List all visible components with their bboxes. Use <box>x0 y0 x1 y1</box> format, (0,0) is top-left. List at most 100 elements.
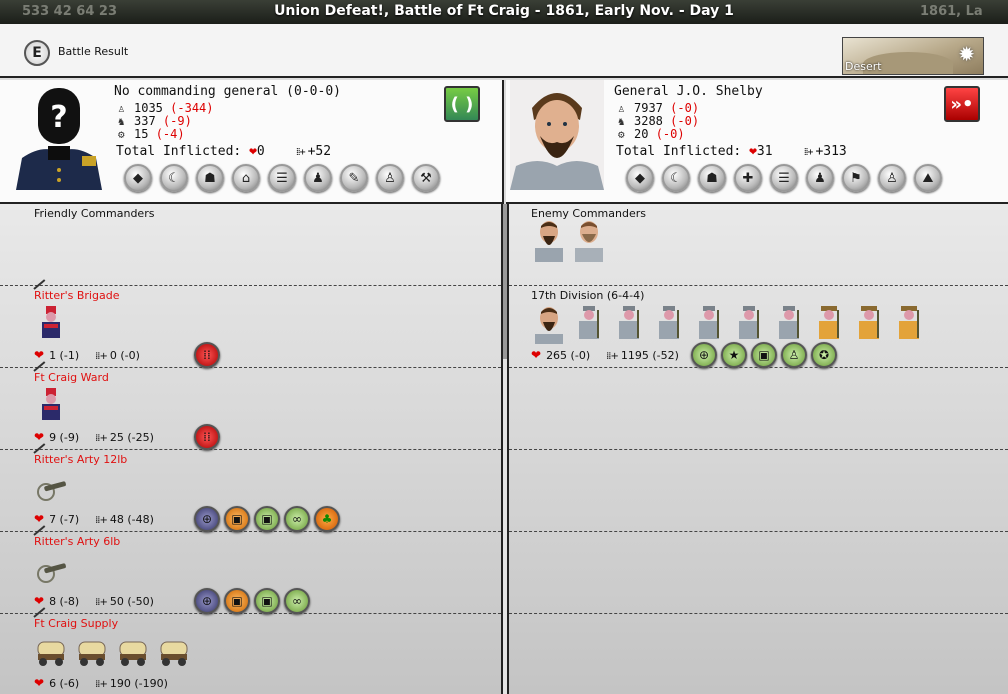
book-green-icon[interactable]: ▣ <box>254 588 280 614</box>
ability-icon[interactable]: ⌂ <box>232 164 260 192</box>
ability-icon[interactable]: ♟ <box>806 164 834 192</box>
crosshair-icon[interactable]: ⊕ <box>194 506 220 532</box>
supply-wagon-icon[interactable] <box>75 632 111 668</box>
hits-heart-icon: ❤ <box>34 430 45 444</box>
enemy-strength: ♙ 7937 (-0) ♞ 3288 (-0) ⚙ 20 (-0) <box>618 102 700 142</box>
confederate-infantry-icon[interactable] <box>691 304 727 340</box>
confederate-infantry-icon[interactable] <box>651 304 687 340</box>
crosshair-icon[interactable]: ⊕ <box>691 342 717 368</box>
ability-icon[interactable]: ⚒ <box>412 164 440 192</box>
confederate-infantry-icon[interactable] <box>731 304 767 340</box>
ability-icon[interactable]: ♙ <box>376 164 404 192</box>
svg-text:?: ? <box>50 100 67 135</box>
confederate-infantry-icon[interactable] <box>771 304 807 340</box>
commander-portrait-icon[interactable] <box>531 304 567 344</box>
binoculars-icon[interactable]: ∞ <box>284 588 310 614</box>
advance-button[interactable]: »• <box>944 86 980 122</box>
artillery-icon: ⚙ <box>618 128 625 141</box>
empty-section <box>509 532 1008 614</box>
kills-value: +52 <box>307 144 332 159</box>
artillery-icon: ⚙ <box>118 128 125 141</box>
supply-wagon-icon[interactable] <box>34 632 70 668</box>
cavalry-count: 3288 <box>634 114 663 128</box>
artillery-count: 20 <box>634 127 649 141</box>
kills-value: 0 (-0) <box>109 348 140 362</box>
scrollbar-thumb[interactable] <box>503 204 507 359</box>
zouave-soldier-icon[interactable] <box>34 386 70 422</box>
unit-stats: ❤ 6 (-6) ⁞⁞+ 190 (-190) <box>34 676 168 690</box>
kills-icon: ⁞⁞+ <box>803 147 814 158</box>
unit-icons <box>34 468 70 504</box>
ability-icon[interactable]: ⚑ <box>842 164 870 192</box>
supply-wagon-icon[interactable] <box>116 632 152 668</box>
unit-name: Ft Craig Supply <box>34 617 119 630</box>
ability-icon[interactable]: ♟ <box>304 164 332 192</box>
binoculars-icon[interactable]: ∞ <box>284 506 310 532</box>
clover-icon[interactable]: ♣ <box>314 506 340 532</box>
retreat-button[interactable]: ( ) <box>444 86 480 122</box>
enemy-commanders-column: Enemy Commanders 17th Division (6-4-4) ❤… <box>509 204 1008 694</box>
confederate-infantry-icon[interactable] <box>571 304 607 340</box>
advance-arrows-icon: »• <box>950 93 974 115</box>
crosshair-icon[interactable]: ⊕ <box>194 588 220 614</box>
unit-section[interactable]: 17th Division (6-4-4) ❤ 265 (-0) ⁞⁞+ 1195 … <box>509 286 1008 368</box>
hotkey-e-button[interactable]: E <box>24 40 50 66</box>
militia-infantry-icon[interactable] <box>891 304 927 340</box>
confederate-infantry-icon[interactable] <box>611 304 647 340</box>
hits-value: 6 (-6) <box>49 677 80 690</box>
hits-value: 7 (-7) <box>49 513 80 526</box>
commander-portrait-icon[interactable] <box>571 218 607 262</box>
hits-heart-icon: ❤ <box>34 348 45 362</box>
ability-icon[interactable]: ⛰ <box>914 164 942 192</box>
unit-section[interactable]: Ritter's Brigade ❤ 1 (-1) ⁞⁞+ 0 (-0) ⁞⁞ <box>0 279 501 368</box>
ability-icon[interactable]: ☗ <box>196 164 224 192</box>
commander-portrait-icon[interactable] <box>531 218 567 262</box>
star-icon[interactable]: ★ <box>721 342 747 368</box>
unit-name: Ritter's Brigade <box>34 289 120 302</box>
book-orange-icon[interactable]: ▣ <box>224 588 250 614</box>
kills-value: 48 (-48) <box>109 512 154 526</box>
ability-icon[interactable]: ☗ <box>698 164 726 192</box>
unit-section[interactable]: Ritter's Arty 12lb ❤ 7 (-7) ⁞⁞+ 48 (-48) ⊕… <box>0 443 501 532</box>
cannon-icon[interactable] <box>34 468 70 504</box>
hits-value: 265 (-0) <box>546 349 591 362</box>
cannon-icon[interactable] <box>34 550 70 586</box>
unit-stats: ❤ 9 (-9) ⁞⁞+ 25 (-25) <box>34 430 154 444</box>
ability-icon[interactable]: ♙ <box>878 164 906 192</box>
militia-infantry-icon[interactable] <box>811 304 847 340</box>
cavalry-loss: (-0) <box>670 114 700 128</box>
book-green-icon[interactable]: ▣ <box>751 342 777 368</box>
infantry-icon: ♙ <box>118 102 125 115</box>
book-green-icon[interactable]: ▣ <box>254 506 280 532</box>
medal-icon[interactable]: ✪ <box>811 342 837 368</box>
ability-icon[interactable]: ✎ <box>340 164 368 192</box>
ability-icon[interactable]: ☾ <box>662 164 690 192</box>
friendly-total-inflicted: Total Inflicted: ❤0 ⁞⁞+ +52 <box>116 144 331 159</box>
unit-section[interactable]: Ritter's Arty 6lb ❤ 8 (-8) ⁞⁞+ 50 (-50) ⊕ … <box>0 525 501 614</box>
unit-name: Ft Craig Ward <box>34 371 109 384</box>
unit-section[interactable]: Ft Craig Ward ❤ 9 (-9) ⁞⁞+ 25 (-25) ⁞⁞ <box>0 361 501 450</box>
enemy-ability-icons: ◆ ☾ ☗ ✚ ☰ ♟ ⚑ ♙ ⛰ <box>626 164 942 192</box>
battle-title: Union Defeat!, Battle of Ft Craig - 1861… <box>274 3 734 19</box>
unit-section[interactable]: Ft Craig Supply ❤ 6 (-6) ⁞⁞+ 190 (-190) <box>0 607 501 694</box>
book-orange-icon[interactable]: ▣ <box>224 506 250 532</box>
unit-stats: ❤ 8 (-8) ⁞⁞+ 50 (-50) <box>34 594 154 608</box>
supply-wagon-icon[interactable] <box>157 632 193 668</box>
ability-icon[interactable]: ☰ <box>770 164 798 192</box>
kills-icon: ⁞⁞+ <box>95 432 108 444</box>
soldier-icon[interactable]: ♙ <box>781 342 807 368</box>
explosion-icon: ✹ <box>958 42 975 66</box>
ability-icon[interactable]: ◆ <box>626 164 654 192</box>
hits-value: 31 <box>756 144 773 159</box>
ability-icon[interactable]: ◆ <box>124 164 152 192</box>
grid-formation-icon[interactable]: ⁞⁞ <box>194 342 220 368</box>
ability-icon[interactable]: ☾ <box>160 164 188 192</box>
grid-formation-icon[interactable]: ⁞⁞ <box>194 424 220 450</box>
scrollbar[interactable] <box>501 204 509 694</box>
militia-infantry-icon[interactable] <box>851 304 887 340</box>
zouave-soldier-icon[interactable] <box>34 304 70 340</box>
hits-value: 8 (-8) <box>49 595 80 608</box>
hits-heart-icon: ❤ <box>249 144 257 159</box>
ability-icon[interactable]: ✚ <box>734 164 762 192</box>
ability-icon[interactable]: ☰ <box>268 164 296 192</box>
